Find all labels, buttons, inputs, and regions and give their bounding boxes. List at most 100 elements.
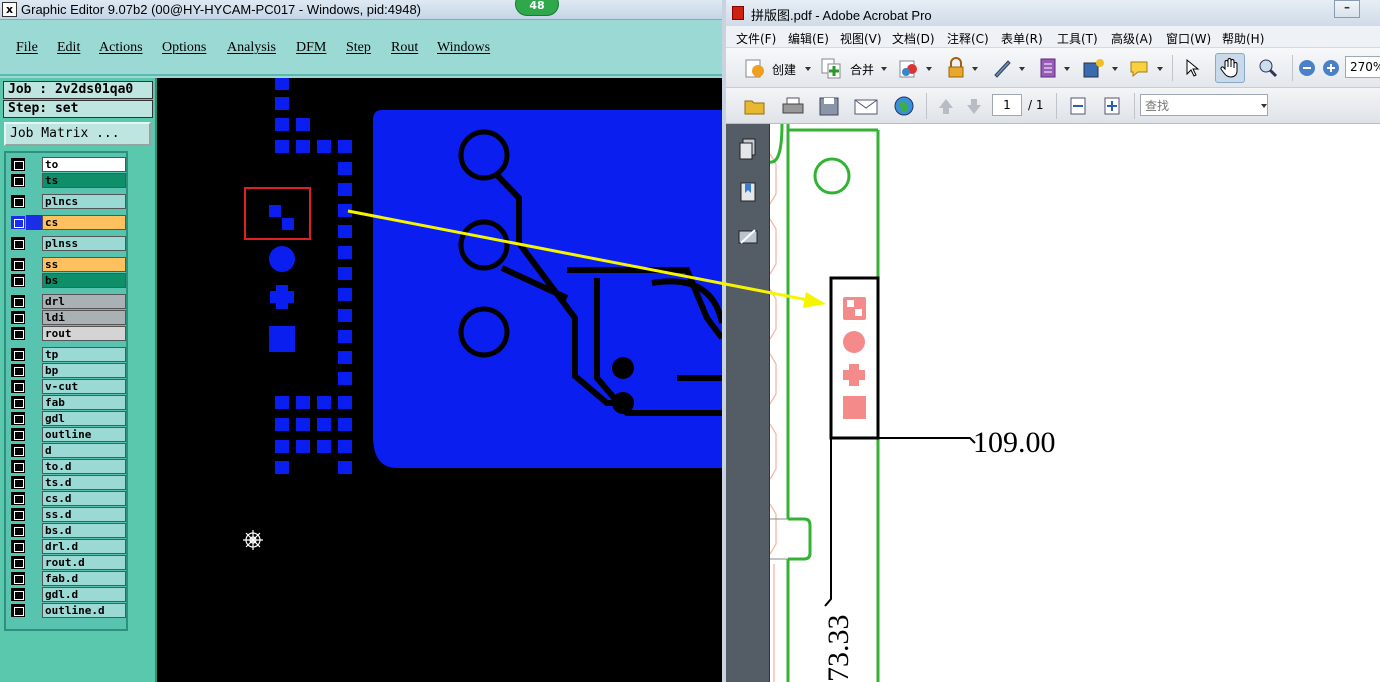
previous-page-icon[interactable] bbox=[934, 94, 958, 118]
next-page-icon[interactable] bbox=[962, 94, 986, 118]
layer-row-bp[interactable]: bp bbox=[8, 363, 126, 378]
layer-row-fab-d[interactable]: fab.d bbox=[8, 571, 126, 586]
layer-row-outline-d[interactable]: outline.d bbox=[8, 603, 126, 618]
layer-checkbox[interactable] bbox=[11, 380, 25, 393]
menu-advanced-cn[interactable]: 高级(A) bbox=[1111, 30, 1153, 47]
forms-icon[interactable] bbox=[1036, 56, 1060, 80]
chevron-down-icon[interactable] bbox=[805, 67, 811, 71]
web-globe-icon[interactable] bbox=[890, 94, 916, 118]
layer-row-cs[interactable]: cs bbox=[8, 215, 126, 230]
layer-checkbox[interactable] bbox=[11, 216, 25, 229]
layer-checkbox[interactable] bbox=[11, 311, 25, 324]
chevron-down-icon[interactable] bbox=[1064, 67, 1070, 71]
chevron-down-icon[interactable] bbox=[926, 67, 932, 71]
create-button[interactable]: 创建 bbox=[772, 61, 796, 78]
layer-row-rout[interactable]: rout bbox=[8, 326, 126, 341]
test-pad-group[interactable] bbox=[269, 205, 295, 352]
menu-window-cn[interactable]: 窗口(W) bbox=[1166, 30, 1211, 47]
print-icon[interactable] bbox=[780, 94, 806, 118]
zoom-marquee-icon[interactable] bbox=[1256, 56, 1280, 80]
layer-row-ss[interactable]: ss bbox=[8, 257, 126, 272]
layer-row-gdl[interactable]: gdl bbox=[8, 411, 126, 426]
layer-checkbox[interactable] bbox=[11, 556, 25, 569]
layer-row-bs[interactable]: bs bbox=[8, 273, 126, 288]
layer-checkbox[interactable] bbox=[11, 295, 25, 308]
layer-checkbox[interactable] bbox=[11, 604, 25, 617]
menu-windows[interactable]: Windows bbox=[437, 40, 490, 56]
pcb-drawing[interactable] bbox=[157, 78, 722, 682]
chevron-down-icon[interactable] bbox=[1157, 67, 1163, 71]
layer-row-gdl-d[interactable]: gdl.d bbox=[8, 587, 126, 602]
multimedia-icon[interactable] bbox=[1081, 56, 1107, 80]
combine-icon[interactable] bbox=[819, 56, 843, 80]
create-pdf-icon[interactable] bbox=[742, 56, 766, 80]
layer-checkbox[interactable] bbox=[11, 237, 25, 250]
layer-row-ldi[interactable]: ldi bbox=[8, 310, 126, 325]
layer-row-drl-d[interactable]: drl.d bbox=[8, 539, 126, 554]
menu-edit[interactable]: Edit bbox=[57, 40, 80, 56]
layer-checkbox[interactable] bbox=[11, 258, 25, 271]
layer-row-d[interactable]: d bbox=[8, 443, 126, 458]
menu-document-cn[interactable]: 文档(D) bbox=[892, 30, 935, 47]
layer-checkbox[interactable] bbox=[11, 540, 25, 553]
layer-checkbox[interactable] bbox=[11, 158, 25, 171]
chevron-down-icon[interactable] bbox=[881, 67, 887, 71]
layer-checkbox[interactable] bbox=[11, 492, 25, 505]
layer-checkbox[interactable] bbox=[11, 174, 25, 187]
layer-checkbox[interactable] bbox=[11, 508, 25, 521]
page-number-input[interactable]: 1 bbox=[992, 94, 1022, 116]
layer-checkbox[interactable] bbox=[11, 412, 25, 425]
layer-row-drl[interactable]: drl bbox=[8, 294, 126, 309]
layer-row-ss-d[interactable]: ss.d bbox=[8, 507, 126, 522]
layer-checkbox[interactable] bbox=[11, 588, 25, 601]
layer-row-plnss[interactable]: plnss bbox=[8, 236, 126, 251]
collaborate-icon[interactable] bbox=[897, 56, 921, 80]
layer-checkbox[interactable] bbox=[11, 460, 25, 473]
combine-button[interactable]: 合并 bbox=[850, 61, 874, 78]
menu-forms-cn[interactable]: 表单(R) bbox=[1001, 30, 1043, 47]
chevron-down-icon[interactable] bbox=[1261, 104, 1267, 108]
menu-edit-cn[interactable]: 编辑(E) bbox=[788, 30, 829, 47]
layer-checkbox[interactable] bbox=[11, 444, 25, 457]
menu-tools-cn[interactable]: 工具(T) bbox=[1057, 30, 1098, 47]
layer-checkbox[interactable] bbox=[11, 348, 25, 361]
layer-checkbox[interactable] bbox=[11, 396, 25, 409]
layer-row-ts[interactable]: ts bbox=[8, 173, 126, 188]
pcb-canvas[interactable] bbox=[157, 78, 722, 682]
notification-badge[interactable]: 48 bbox=[515, 0, 559, 16]
layer-row-rout-d[interactable]: rout.d bbox=[8, 555, 126, 570]
hand-tool-icon[interactable] bbox=[1215, 53, 1245, 83]
menu-help-cn[interactable]: 帮助(H) bbox=[1222, 30, 1264, 47]
pdf-page-view[interactable]: 109.00 73.33 bbox=[770, 124, 1380, 682]
menu-file-cn[interactable]: 文件(F) bbox=[736, 30, 776, 47]
select-cursor-icon[interactable] bbox=[1181, 56, 1205, 80]
find-field[interactable] bbox=[1140, 94, 1268, 116]
email-icon[interactable] bbox=[852, 94, 880, 118]
find-input[interactable] bbox=[1141, 96, 1253, 116]
menu-view-cn[interactable]: 视图(V) bbox=[840, 30, 882, 47]
sign-pen-icon[interactable] bbox=[990, 56, 1014, 80]
save-icon[interactable] bbox=[816, 94, 842, 118]
layer-row-fab[interactable]: fab bbox=[8, 395, 126, 410]
layer-row-v-cut[interactable]: v-cut bbox=[8, 379, 126, 394]
signatures-panel-icon[interactable] bbox=[736, 224, 760, 250]
menu-comment-cn[interactable]: 注释(C) bbox=[947, 30, 989, 47]
layer-checkbox[interactable] bbox=[11, 195, 25, 208]
fit-width-icon[interactable] bbox=[1066, 94, 1090, 118]
layer-row-outline[interactable]: outline bbox=[8, 427, 126, 442]
menu-dfm[interactable]: DFM bbox=[296, 40, 326, 56]
layer-row-to[interactable]: to bbox=[8, 157, 126, 172]
chevron-down-icon[interactable] bbox=[972, 67, 978, 71]
zoom-out-icon[interactable] bbox=[1299, 60, 1315, 76]
zoom-level-field[interactable]: 270% bbox=[1345, 56, 1380, 78]
layer-checkbox[interactable] bbox=[11, 476, 25, 489]
menu-analysis[interactable]: Analysis bbox=[227, 40, 276, 56]
layer-checkbox[interactable] bbox=[11, 327, 25, 340]
layer-row-bs-d[interactable]: bs.d bbox=[8, 523, 126, 538]
job-matrix-button[interactable]: Job Matrix ... bbox=[4, 122, 151, 146]
layer-checkbox[interactable] bbox=[11, 572, 25, 585]
layer-row-plncs[interactable]: plncs bbox=[8, 194, 126, 209]
chevron-down-icon[interactable] bbox=[1019, 67, 1025, 71]
minimize-button[interactable]: – bbox=[1334, 0, 1360, 18]
fit-page-icon[interactable] bbox=[1100, 94, 1124, 118]
